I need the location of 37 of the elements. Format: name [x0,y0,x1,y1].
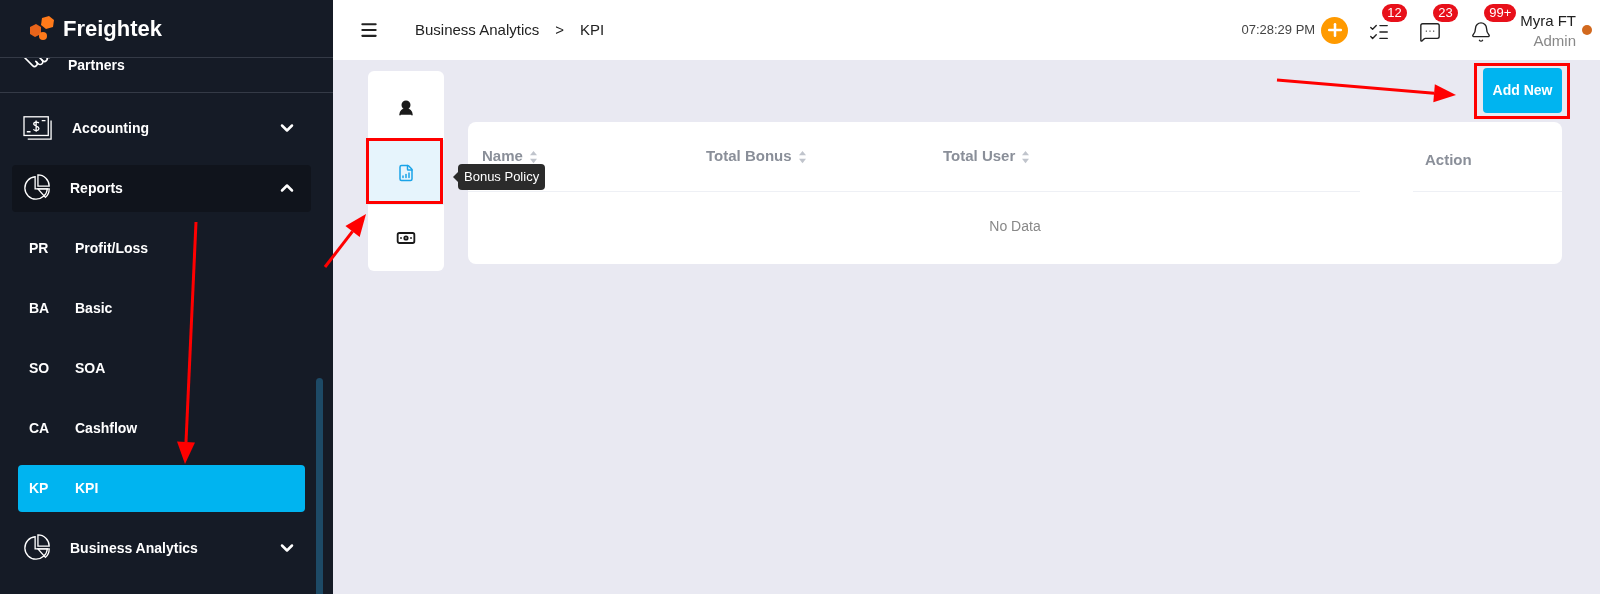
chat-icon[interactable] [1419,21,1442,43]
user-icon [397,98,415,117]
user-name[interactable]: Myra FT [1520,11,1576,31]
sidebar-subitem[interactable]: BA Basic [18,284,305,332]
column-header: Total User [943,146,1016,167]
report-file-icon [397,163,415,182]
breadcrumb-item[interactable]: KPI [580,18,605,42]
count-badge: 99+ [1484,4,1517,22]
user-role: Admin [1533,31,1576,51]
column-header: Total Bonus [706,146,792,167]
sidebar-subitem[interactable]: CA Cashflow [18,404,305,452]
count-badge: 12 [1382,4,1407,22]
breadcrumb-separator: > [555,19,564,40]
brand-name: Freightek [63,15,163,43]
sidebar-item[interactable]: Partners [68,58,125,72]
tooltip: Bonus Policy [453,164,546,190]
breadcrumb-item[interactable]: Business Analytics [415,18,540,42]
clock-time: 07:28:29 PM [1241,21,1316,40]
annotation-arrow [323,214,366,268]
sidebar-subitem[interactable]: PR Profit/Loss [18,224,305,272]
bell-icon[interactable] [1470,21,1493,43]
add-icon-button[interactable] [1321,16,1349,44]
sidebar-item[interactable]: Accounting [12,104,311,152]
avatar-icon[interactable] [1582,25,1592,35]
sidebar-item[interactable]: Reports [12,164,311,212]
column-header: Name [482,146,523,167]
sidebar-subitem[interactable]: SO SOA [18,344,305,392]
pie-chart-icon [22,173,52,203]
money-icon [22,114,54,142]
menu-icon[interactable] [359,20,379,40]
pie-chart-icon [22,533,52,563]
count-badge: 23 [1433,4,1458,22]
scrollbar[interactable] [316,378,323,594]
column-header: Action [1425,150,1472,171]
sidebar-item[interactable]: Business Analytics [12,524,311,572]
logo-icon [27,15,57,42]
empty-message: No Data [989,216,1041,236]
